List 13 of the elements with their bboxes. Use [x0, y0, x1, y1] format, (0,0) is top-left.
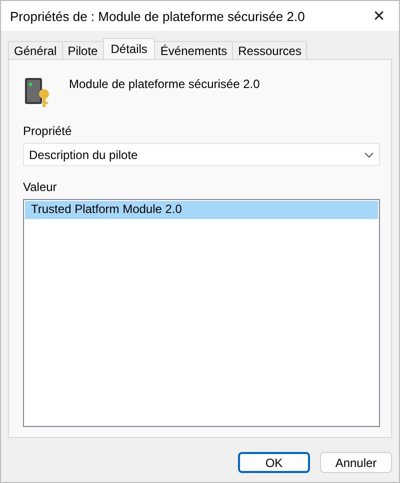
- property-label: Propriété: [23, 124, 73, 138]
- cancel-button[interactable]: Annuler: [320, 452, 392, 473]
- close-button[interactable]: ✕: [359, 1, 399, 31]
- property-dropdown[interactable]: Description du pilote: [23, 143, 380, 166]
- tab[interactable]: Ressources: [232, 41, 308, 59]
- tab[interactable]: Général: [8, 41, 63, 59]
- device-name: Module de plateforme sécurisée 2.0: [69, 77, 260, 91]
- chevron-down-icon: [364, 152, 374, 158]
- list-item[interactable]: Trusted Platform Module 2.0: [25, 201, 378, 219]
- value-label: Valeur: [23, 180, 58, 194]
- window-title: Propriétés de : Module de plateforme sécurisée 2.0: [10, 8, 305, 24]
- tab[interactable]: Détails: [102, 38, 156, 59]
- ok-button[interactable]: OK: [238, 452, 310, 473]
